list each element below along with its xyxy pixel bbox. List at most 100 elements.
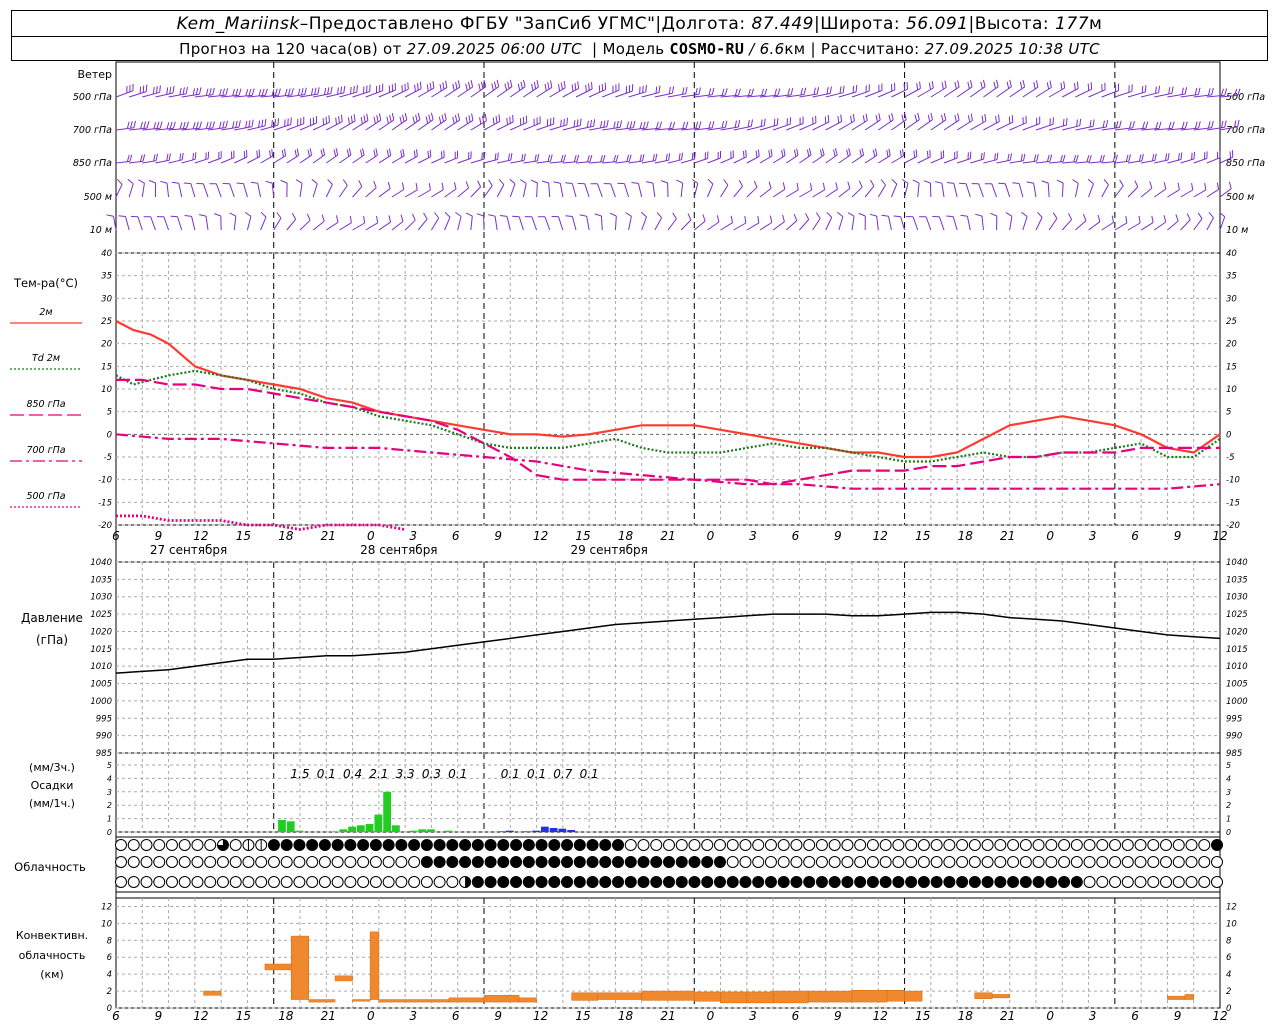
wind-barb-feather (428, 183, 431, 191)
cloud-cover-symbol (675, 856, 688, 868)
cloud-cover-symbol (522, 839, 535, 851)
cloud-cover-symbol (1172, 856, 1185, 868)
cloud-circle (1211, 876, 1223, 888)
wind-barb-feather (645, 181, 654, 184)
wind-barb-feather (330, 86, 333, 94)
wind-barb (1193, 189, 1207, 198)
cloud-circle (522, 876, 535, 888)
cloud-cover-symbol (879, 839, 892, 851)
cloud-circle (548, 856, 561, 868)
wind-barb-feather (768, 150, 771, 158)
cloud-cover-symbol (1045, 876, 1058, 888)
cloud-circle (599, 856, 612, 868)
wind-barb-feather (658, 85, 661, 93)
wind-barb (1088, 183, 1094, 198)
wind-barb-feather (346, 149, 350, 157)
wind-barb-feather (360, 117, 363, 125)
wind-barb-feather (156, 121, 160, 129)
cloud-cover-symbol (331, 839, 344, 851)
wind-barb-feather (194, 152, 197, 160)
cloud-cover-symbol (1083, 876, 1096, 888)
wind-barb-feather (760, 119, 763, 127)
cloud-cover-symbol (497, 839, 510, 851)
wind-barb-feather (1221, 88, 1224, 96)
cloud-cover-symbol (1007, 839, 1020, 851)
wind-barb-feather (1125, 215, 1128, 223)
wind-barb (496, 184, 505, 198)
wind-barb (890, 183, 898, 198)
wind-barb-feather (550, 80, 553, 88)
wind-barb (522, 183, 527, 198)
cloud-circle (688, 876, 701, 888)
wind-barb (759, 222, 773, 231)
wind-barb (1033, 183, 1037, 198)
cloud-cover-symbol (408, 839, 421, 851)
wind-title: Ветер (78, 68, 112, 81)
wind-barb-feather (195, 121, 199, 129)
wind-barb-feather (1026, 181, 1034, 184)
wind-barb-feather (199, 87, 202, 95)
wind-barb (178, 183, 183, 198)
wind-barb-feather (1167, 153, 1170, 161)
wind-barb-feather (491, 83, 494, 91)
wind-barb-feather (660, 180, 668, 184)
cloud-circle (879, 839, 892, 851)
rain-bar (444, 830, 453, 832)
cloud-title: Облачность (14, 860, 86, 874)
cloud-cover-symbol (548, 839, 561, 851)
time-tick-label-bottom: 18 (278, 1009, 294, 1023)
wind-barb-feather (139, 86, 142, 94)
wind-barb-feather (751, 88, 755, 96)
wind-barb-feather (1072, 179, 1079, 184)
cloud-circle (854, 839, 867, 851)
cloud-circle (178, 876, 191, 888)
cloud-cover-symbol (369, 876, 382, 888)
cloud-circle (522, 839, 535, 851)
cloud-cover-symbol (178, 876, 191, 888)
cloud-cover-symbol (612, 876, 625, 888)
wind-barb (1022, 216, 1028, 231)
wind-barb-feather (232, 89, 235, 97)
wind-barb-feather (186, 121, 189, 129)
wind-barb-feather (642, 85, 644, 93)
cloud-circle (713, 839, 726, 851)
wind-barb-feather (494, 153, 497, 161)
wind-barb-feather (310, 88, 314, 96)
cloud-circle (153, 839, 166, 851)
wind-barb-feather (455, 211, 462, 217)
cloud-cover-symbol (1083, 856, 1096, 868)
cloud-circle (1032, 839, 1045, 851)
cloud-cover-symbol (115, 856, 127, 868)
wind-barb (510, 122, 527, 131)
wind-barb-feather (488, 214, 496, 217)
wind-barb-feather (631, 182, 639, 184)
wind-barb-feather (724, 88, 728, 96)
cloud-cover-symbol (561, 839, 574, 851)
cloud-circle (879, 856, 892, 868)
wind-barb-feather (264, 118, 267, 126)
wind-barb-feather (192, 122, 196, 130)
cloud-circle (1083, 839, 1096, 851)
conv-tick-right: 0 (1226, 1004, 1231, 1014)
cloud-cover-symbol (1121, 856, 1134, 868)
cloud-circle (382, 839, 395, 851)
cloud-cover-symbol (395, 839, 408, 851)
wind-barb (953, 183, 958, 198)
cloud-circle (1007, 876, 1020, 888)
cloud-circle (930, 856, 943, 868)
wind-barb (1140, 222, 1154, 231)
precip-tick-left: 2 (107, 801, 112, 810)
cloud-cover-symbol (981, 876, 994, 888)
wind-barb (912, 216, 919, 231)
wind-barb (404, 119, 421, 131)
cloud-circle (943, 876, 956, 888)
wind-barb-feather (1011, 115, 1014, 123)
wind-barb-feather (1163, 215, 1167, 223)
wind-barb-feather (415, 114, 418, 122)
cloud-circle (1070, 856, 1083, 868)
cloud-circle (484, 856, 497, 868)
wind-barb-feather (855, 84, 858, 93)
wind-barb-feather (923, 180, 931, 184)
wind-barb-feather (1142, 121, 1146, 129)
wind-barb-feather (668, 86, 671, 94)
